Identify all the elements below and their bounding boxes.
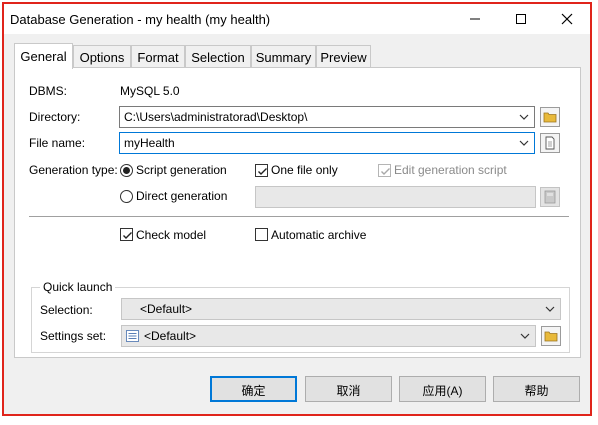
checkmark-icon [381, 168, 390, 175]
chevron-down-icon [519, 114, 529, 120]
chevron-down-icon [519, 140, 529, 146]
generation-type-label: Generation type: [29, 163, 118, 177]
file-name-label: File name: [29, 136, 86, 150]
chevron-down-icon [545, 306, 555, 312]
edit-generation-script-checkbox[interactable] [378, 164, 391, 177]
close-icon [561, 13, 573, 25]
quick-launch-group: Quick launch Selection: <Default> Settin… [31, 280, 570, 353]
tab-preview[interactable]: Preview [316, 45, 371, 68]
folder-icon [543, 112, 557, 123]
settings-folder-button[interactable] [541, 326, 561, 346]
ok-button[interactable]: 确定 [210, 376, 297, 402]
data-source-field [255, 186, 536, 208]
title-bar: Database Generation - my health (my heal… [4, 4, 590, 34]
directory-combobox[interactable]: C:\Users\administratorad\Desktop\ [119, 106, 535, 128]
selection-combobox[interactable]: <Default> [121, 298, 561, 320]
cancel-button[interactable]: 取消 [305, 376, 392, 402]
document-icon [545, 136, 555, 150]
chevron-down-icon [520, 333, 530, 339]
section-divider [29, 216, 569, 217]
general-tab-panel: DBMS: MySQL 5.0 Directory: C:\Users\admi… [14, 67, 581, 358]
maximize-icon [516, 14, 526, 24]
check-model-checkbox[interactable] [120, 228, 133, 241]
folder-icon [544, 331, 558, 342]
direct-generation-radio[interactable] [120, 190, 133, 203]
tab-general[interactable]: General [14, 43, 73, 69]
help-button[interactable]: 帮助 [493, 376, 580, 402]
tab-options[interactable]: Options [73, 45, 131, 68]
minimize-icon [470, 18, 480, 20]
open-file-button[interactable] [540, 133, 560, 153]
settings-set-combobox[interactable]: <Default> [121, 325, 536, 347]
dbms-value: MySQL 5.0 [120, 84, 180, 98]
close-button[interactable] [544, 4, 590, 34]
edit-generation-script-label: Edit generation script [394, 163, 507, 177]
direct-generation-label[interactable]: Direct generation [136, 189, 227, 203]
minimize-button[interactable] [452, 4, 498, 34]
apply-button[interactable]: 应用(A) [399, 376, 486, 402]
browse-directory-button[interactable] [540, 107, 560, 127]
one-file-only-checkbox[interactable] [255, 164, 268, 177]
quick-launch-title: Quick launch [40, 280, 116, 294]
dbms-label: DBMS: [29, 84, 68, 98]
database-connect-icon [544, 190, 556, 204]
automatic-archive-checkbox[interactable] [255, 228, 268, 241]
connect-button [540, 187, 560, 207]
directory-value: C:\Users\administratorad\Desktop\ [124, 110, 308, 124]
automatic-archive-label[interactable]: Automatic archive [271, 228, 366, 242]
file-name-combobox[interactable]: myHealth [119, 132, 535, 154]
checkmark-icon [123, 232, 132, 239]
script-generation-label[interactable]: Script generation [136, 163, 227, 177]
tab-summary[interactable]: Summary [251, 45, 316, 68]
directory-label: Directory: [29, 110, 81, 124]
settings-set-value: <Default> [144, 329, 197, 343]
selection-value: <Default> [140, 302, 193, 316]
maximize-button[interactable] [498, 4, 544, 34]
window-title: Database Generation - my health (my heal… [10, 12, 271, 27]
check-model-label[interactable]: Check model [136, 228, 206, 242]
checkmark-icon [258, 168, 267, 175]
file-name-value: myHealth [124, 136, 175, 150]
one-file-only-label[interactable]: One file only [271, 163, 338, 177]
settings-list-icon [126, 330, 139, 342]
selection-label: Selection: [40, 303, 93, 317]
script-generation-radio[interactable] [120, 164, 133, 177]
tab-selection[interactable]: Selection [185, 45, 251, 68]
database-generation-dialog: Database Generation - my health (my heal… [2, 2, 592, 416]
settings-set-label: Settings set: [40, 329, 107, 343]
tab-format[interactable]: Format [131, 45, 185, 68]
